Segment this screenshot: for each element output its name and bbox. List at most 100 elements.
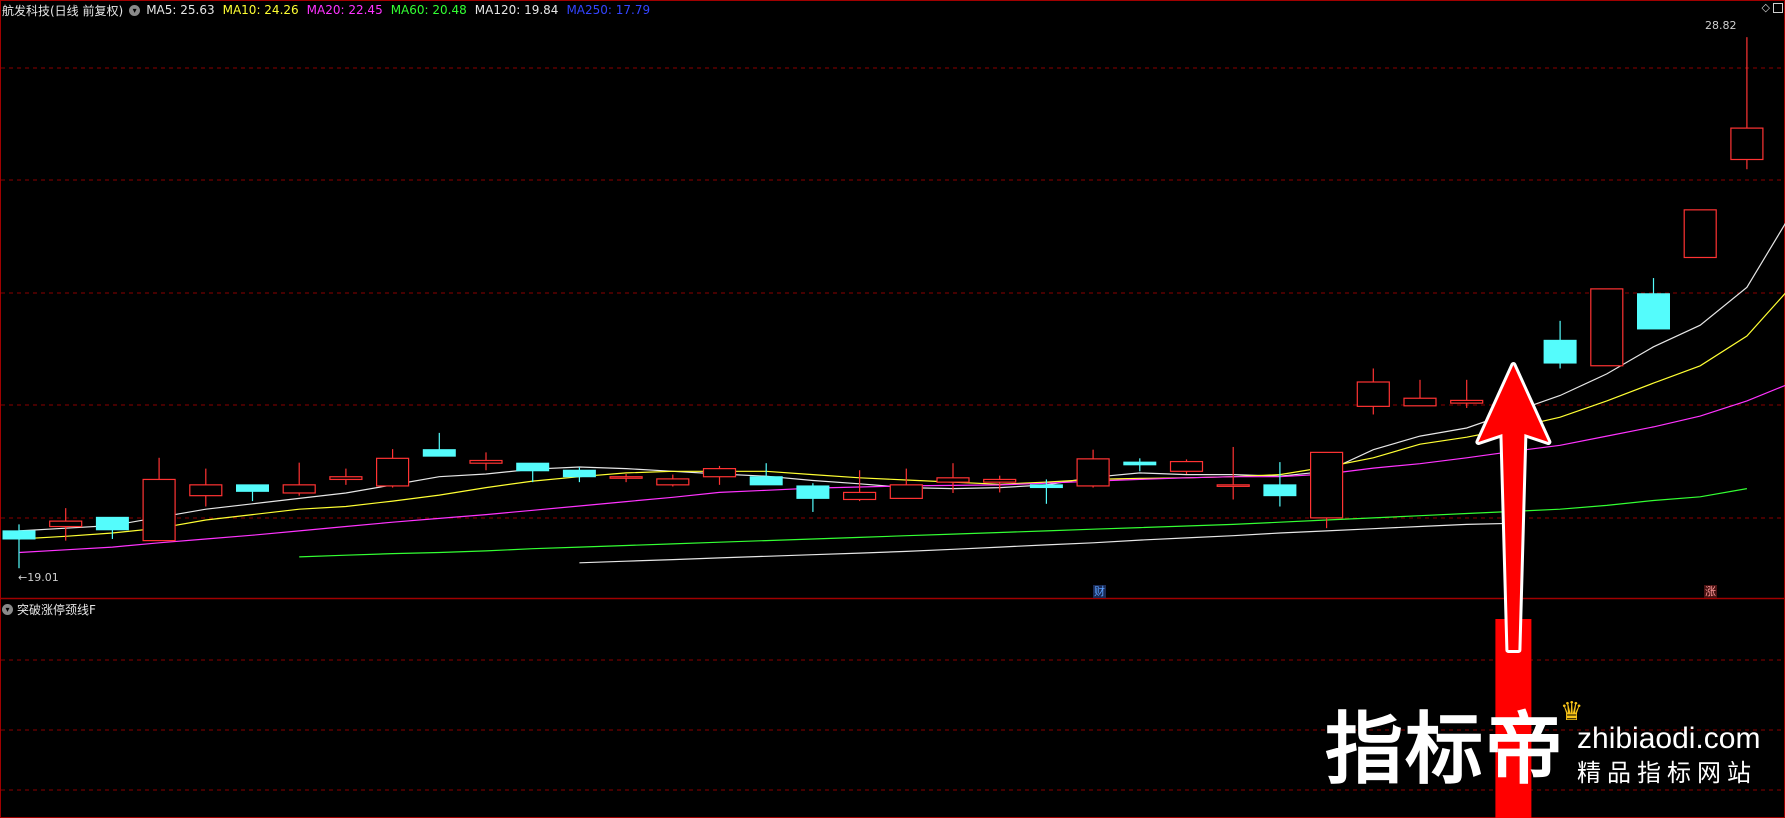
candle-up — [1216, 446, 1250, 500]
candle-up — [1590, 288, 1624, 367]
candle-body — [1076, 458, 1110, 487]
candle-body — [1637, 293, 1670, 330]
candle-body — [329, 476, 363, 481]
ma20-legend: MA20: 22.45 — [306, 3, 383, 17]
sub-panel-title: 突破涨停颈线F — [17, 602, 96, 617]
candle-body — [1356, 381, 1390, 407]
candle-body — [656, 478, 690, 486]
ma10-legend: MA10: 24.26 — [222, 3, 299, 17]
ma120-line — [579, 522, 1514, 564]
ma250-legend: MA250: 17.79 — [566, 3, 651, 17]
candle-up — [889, 468, 923, 499]
candle-body — [189, 484, 223, 497]
stock-chart-window: 航发科技(日线 前复权) ▾ MA5: 25.63 MA10: 24.26 MA… — [0, 0, 1785, 818]
candle-body — [1730, 127, 1764, 161]
candle-up — [1356, 368, 1390, 415]
candle-body — [562, 469, 596, 478]
candle-up — [329, 468, 363, 485]
candle-up — [282, 462, 316, 496]
diamond-icon[interactable]: ◇ — [1762, 2, 1770, 14]
candle-down — [2, 524, 36, 569]
candle-up — [1076, 449, 1110, 488]
candle-down — [562, 466, 596, 483]
candle-up — [469, 452, 503, 471]
window-controls: ◇ — [1762, 2, 1783, 14]
candle-body — [2, 530, 36, 540]
stock-title: 航发科技(日线 前复权) — [2, 3, 124, 18]
candle-down — [1637, 278, 1670, 330]
candle-body — [609, 476, 643, 479]
candle-body — [236, 484, 269, 492]
candle-up — [142, 457, 176, 542]
ma120-legend: MA120: 19.84 — [474, 3, 559, 17]
watermark-text-block: zhibiaodi.com 精品指标网站 — [1577, 721, 1760, 795]
candle-body — [422, 449, 456, 457]
candle-down — [516, 462, 550, 483]
candle-body — [95, 516, 129, 531]
low-price-value: 19.01 — [27, 571, 59, 584]
ma60-line — [299, 488, 1748, 558]
watermark: 指标帝 ♛ zhibiaodi.com 精品指标网站 — [1325, 697, 1760, 795]
candle-up — [702, 465, 737, 485]
candle-down — [95, 516, 129, 539]
candle-down — [1263, 462, 1297, 507]
candle-down — [749, 463, 783, 486]
up-arrow — [1478, 365, 1549, 650]
candle-body — [796, 485, 830, 499]
candle-up — [656, 474, 690, 487]
candle-body — [469, 459, 503, 464]
candle-up — [1309, 451, 1344, 529]
ma60-legend: MA60: 20.48 — [390, 3, 467, 17]
candle-up — [376, 449, 410, 488]
candle-body — [1169, 460, 1204, 472]
candle-up — [1730, 37, 1764, 170]
candle-up — [1169, 459, 1204, 475]
candle-body — [516, 462, 550, 472]
candle-body — [1450, 399, 1484, 404]
candle-body — [702, 468, 737, 478]
chart-canvas — [0, 0, 1785, 818]
candle-down — [1123, 458, 1157, 472]
low-price-label: ←19.01 — [18, 571, 59, 584]
candle-body — [1590, 288, 1624, 367]
candle-up — [1403, 379, 1437, 407]
candle-body — [1216, 484, 1250, 487]
candle-body — [1123, 461, 1157, 466]
candle-body — [749, 476, 783, 486]
candle-body — [1263, 484, 1297, 497]
candle-body — [1309, 451, 1344, 519]
candle-body — [936, 477, 970, 483]
watermark-brand: 指标帝 — [1325, 705, 1566, 795]
candle-down — [796, 483, 830, 512]
candle-down — [422, 432, 456, 457]
candle-body — [1029, 484, 1063, 489]
watermark-slogan: 精品指标网站 — [1577, 759, 1758, 787]
candle-up — [1683, 209, 1717, 259]
candle-body — [1543, 339, 1577, 364]
candle-body — [983, 478, 1017, 483]
candle-body — [49, 520, 83, 528]
candle-body — [889, 484, 923, 499]
candle-body — [282, 484, 316, 494]
candle-up — [1450, 379, 1484, 408]
indicator-menu-icon[interactable]: ▾ — [129, 4, 141, 16]
crown-icon: ♛ — [1560, 697, 1584, 727]
candle-up — [842, 470, 877, 502]
restore-icon[interactable] — [1773, 3, 1783, 13]
candle-body — [1403, 397, 1437, 407]
candle-body — [142, 478, 176, 542]
candle-body — [842, 491, 877, 501]
watermark-domain: zhibiaodi.com — [1577, 722, 1761, 755]
candle-body — [376, 457, 410, 487]
candle-body — [1683, 209, 1717, 259]
financial-event-tag[interactable]: 财 — [1093, 585, 1106, 598]
candle-down — [236, 484, 269, 502]
sub-indicator-menu-icon[interactable]: ▾ — [2, 603, 13, 615]
candle-down — [1543, 320, 1577, 369]
high-price-label: 28.82 — [1705, 19, 1737, 32]
candlesticks — [2, 37, 1764, 569]
candle-up — [609, 474, 643, 483]
limit-up-event-tag[interactable]: 涨 — [1704, 585, 1717, 598]
sub-panel-legend: ▾ 突破涨停颈线F — [2, 600, 96, 618]
main-legend: 航发科技(日线 前复权) ▾ MA5: 25.63 MA10: 24.26 MA… — [2, 1, 658, 19]
